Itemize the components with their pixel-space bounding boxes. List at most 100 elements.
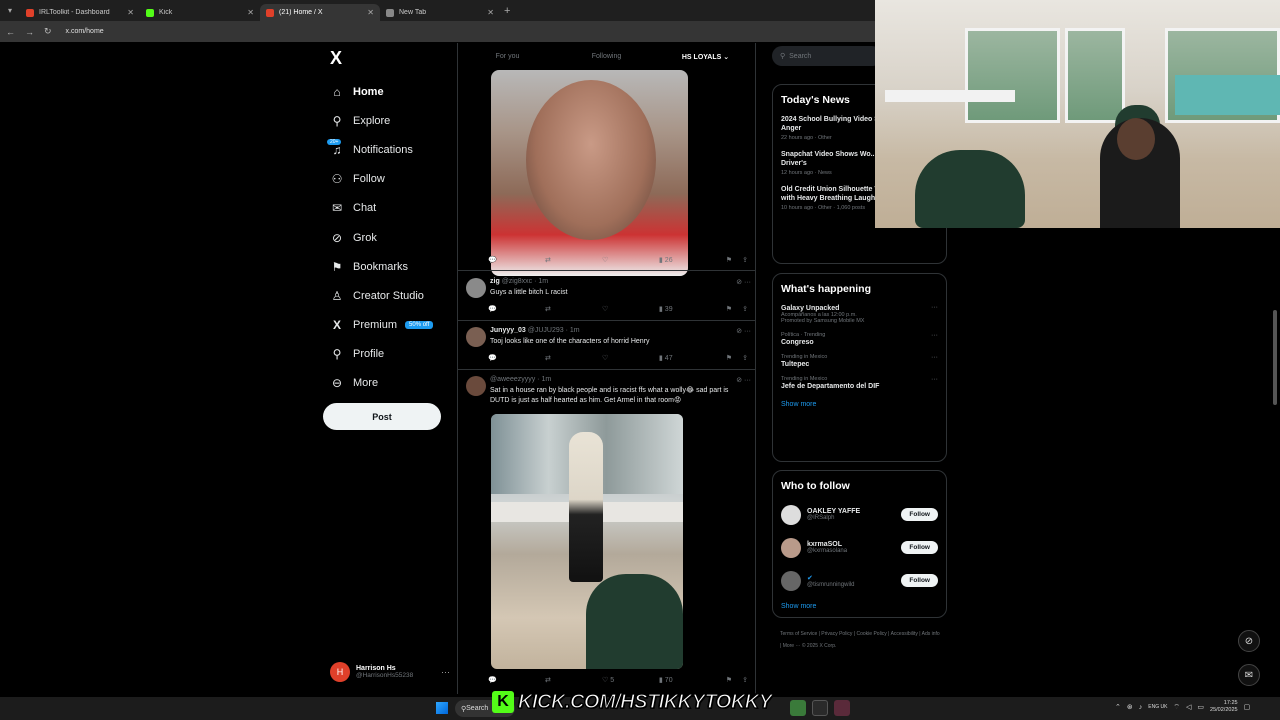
ellipsis-icon[interactable]: ⊘ ··· [736, 376, 751, 384]
ellipsis-icon[interactable]: ··· [931, 354, 938, 361]
retweet-icon[interactable]: ⇄ [545, 256, 602, 264]
reply-icon[interactable]: 💬 [488, 305, 545, 313]
views-count[interactable]: ▮ 26 [659, 256, 716, 264]
page-scrollbar[interactable] [1273, 310, 1277, 405]
views-count[interactable]: ▮ 39 [659, 305, 716, 313]
messages-icon[interactable]: ✉ [1238, 664, 1260, 686]
tab-for-you[interactable]: For you [458, 43, 557, 70]
windows-start-icon[interactable] [436, 702, 448, 714]
ellipsis-icon[interactable]: ⊘ ··· [736, 327, 751, 335]
account-switcher[interactable]: H Harrison Hs @HarrisonHs55238 ··· [330, 662, 450, 682]
ellipsis-icon[interactable]: ··· [931, 304, 938, 311]
sidebar-item-notifications[interactable]: 20+ ♫ Notifications [327, 135, 433, 164]
like-icon[interactable]: ♡ [602, 354, 659, 362]
tab-hs-loyals[interactable]: HS LOYALS ⌄ [656, 43, 755, 70]
trend-item[interactable]: Trending in Mexico Jefe de Departamento … [773, 373, 946, 395]
sidebar-item-grok[interactable]: ⊘ Grok [330, 223, 433, 252]
like-icon[interactable]: ♡ [602, 305, 659, 313]
bookmark-icon[interactable]: ⚑ [716, 305, 732, 313]
browser-tab[interactable]: New Tab ✕ [380, 4, 500, 21]
volume-icon[interactable]: ◁ [1186, 703, 1191, 711]
tweet-video[interactable] [491, 414, 683, 669]
bookmark-icon[interactable]: ⚑ [716, 676, 732, 684]
follow-button[interactable]: Follow [901, 541, 938, 554]
wifi-icon[interactable]: ⌔ [1173, 703, 1180, 712]
tab-following[interactable]: Following [557, 43, 656, 70]
battery-icon[interactable]: ▭ [1197, 703, 1204, 711]
x-logo[interactable]: X [330, 48, 342, 69]
reload-icon[interactable]: ↻ [44, 26, 52, 37]
show-more-link[interactable]: Show more [773, 597, 946, 619]
tab-list-chevron-icon[interactable]: ▾ [0, 0, 20, 21]
forward-icon[interactable]: → [25, 27, 34, 37]
share-icon[interactable]: ⇪ [732, 305, 748, 313]
tweet-author-name[interactable]: Junyyy_03 [490, 327, 526, 334]
ellipsis-icon[interactable]: ⊘ ··· [736, 278, 751, 286]
show-more-link[interactable]: Show more [773, 395, 946, 417]
avatar[interactable] [466, 327, 486, 347]
avatar[interactable] [781, 570, 801, 591]
share-icon[interactable]: ⇪ [732, 676, 748, 684]
follow-button[interactable]: Follow [901, 574, 938, 587]
sidebar-item-profile[interactable]: ⚲ Profile [330, 340, 433, 369]
views-count[interactable]: ▮ 70 [659, 676, 716, 684]
retweet-icon[interactable]: ⇄ [545, 305, 602, 313]
avatar[interactable] [781, 537, 801, 558]
sidebar-item-premium[interactable]: X Premium 50% off [330, 311, 434, 340]
follow-suggestion[interactable]: OAKLEY YAFFE @IRSalph Follow [773, 498, 946, 531]
views-count[interactable]: ▮ 47 [659, 354, 716, 362]
sidebar-item-bookmarks[interactable]: ⚑ Bookmarks [330, 252, 433, 281]
xbox-app-icon[interactable] [812, 700, 828, 716]
post-button[interactable]: Post [323, 403, 441, 430]
tray-chevron-icon[interactable]: ⌃ [1115, 703, 1121, 711]
footer-links[interactable]: Terms of Service | Privacy Policy | Cook… [780, 628, 940, 652]
back-icon[interactable]: ← [6, 27, 15, 37]
share-icon[interactable]: ⇪ [732, 256, 748, 264]
bookmark-icon[interactable]: ⚑ [716, 354, 732, 362]
share-icon[interactable]: ⇪ [732, 354, 748, 362]
tab-close-icon[interactable]: ✕ [127, 8, 134, 17]
language-indicator[interactable]: ENG UK [1148, 704, 1167, 711]
reply-icon[interactable]: 💬 [488, 676, 545, 684]
new-tab-icon[interactable]: + [504, 5, 510, 17]
tab-close-icon[interactable]: ✕ [487, 8, 494, 17]
ellipsis-icon[interactable]: ··· [931, 376, 938, 383]
avatar[interactable] [781, 504, 801, 525]
bookmark-icon[interactable]: ⚑ [716, 256, 732, 264]
ellipsis-icon[interactable]: ··· [441, 667, 450, 677]
trend-item[interactable]: Galaxy Unpacked Acompáñanos a las 12:00 … [773, 301, 946, 329]
tweet[interactable]: @aweeezyyyy · 1m ⊘ ··· Sat in a house ra… [466, 376, 751, 416]
minecraft-app-icon[interactable] [790, 700, 806, 716]
sidebar-item-chat[interactable]: ✉ Chat [330, 194, 433, 223]
sidebar-item-follow[interactable]: ⚇ Follow [330, 165, 433, 194]
sidebar-item-creator-studio[interactable]: ♙ Creator Studio [330, 281, 433, 310]
tweet-video[interactable] [491, 70, 688, 276]
sidebar-item-home[interactable]: ⌂ Home [330, 77, 433, 106]
tab-close-icon[interactable]: ✕ [247, 8, 254, 17]
browser-tab[interactable]: IRLToolkit - Dashboard ✕ [20, 4, 140, 21]
sidebar-item-explore[interactable]: ⚲ Explore [330, 106, 433, 135]
trend-item[interactable]: Trending in Mexico Tultepec ··· [773, 351, 946, 373]
follow-button[interactable]: Follow [901, 508, 938, 521]
retweet-icon[interactable]: ⇄ [545, 676, 602, 684]
url-field[interactable]: x.com/home [66, 28, 104, 35]
mic-icon[interactable]: ♪ [1139, 704, 1143, 711]
like-icon[interactable]: ♡ [602, 256, 659, 264]
ellipsis-icon[interactable]: ··· [931, 332, 938, 339]
trend-item[interactable]: Política · Trending Congreso ··· [773, 329, 946, 351]
grok-icon[interactable]: ⊘ [1238, 630, 1260, 652]
tweet-author-name[interactable]: zig [490, 278, 500, 285]
retweet-icon[interactable]: ⇄ [545, 354, 602, 362]
clock[interactable]: 17:25 25/02/2025 [1210, 700, 1238, 714]
reply-icon[interactable]: 💬 [488, 256, 545, 264]
app-icon[interactable] [834, 700, 850, 716]
reply-icon[interactable]: 💬 [488, 354, 545, 362]
tab-close-icon[interactable]: ✕ [367, 8, 374, 17]
browser-tab[interactable]: Kick ✕ [140, 4, 260, 21]
search-input[interactable]: ⚲ Search [772, 46, 882, 66]
avatar[interactable] [466, 376, 486, 396]
network-icon[interactable]: ⊛ [1127, 703, 1133, 711]
browser-tab-active[interactable]: (21) Home / X ✕ [260, 4, 380, 21]
like-icon[interactable]: ♡ 5 [602, 676, 659, 684]
follow-suggestion[interactable]: kxrmaSOL @kxrmasolana Follow [773, 531, 946, 564]
